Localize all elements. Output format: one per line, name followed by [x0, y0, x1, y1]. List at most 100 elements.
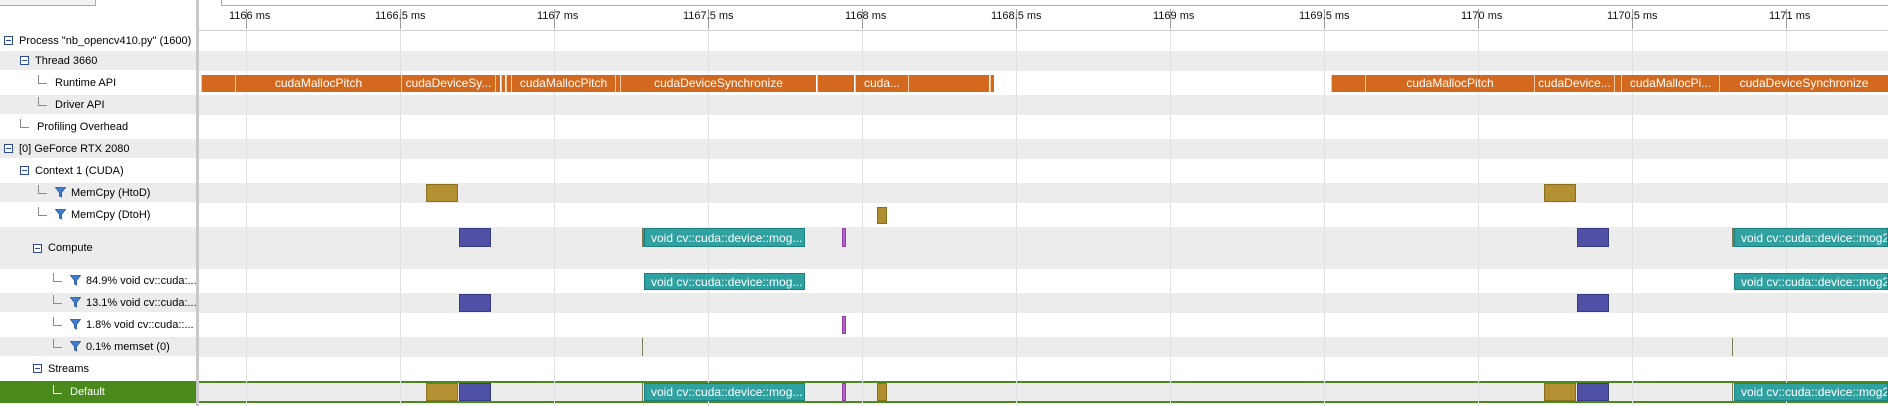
collapse-icon[interactable] — [20, 166, 29, 175]
memcpy-dtoh-row[interactable]: MemCpy (DtoH) — [0, 205, 196, 224]
runtime-api-call[interactable]: cudaMallocPitch — [511, 75, 615, 92]
collapse-icon[interactable] — [4, 144, 13, 153]
tree-elbow-icon — [53, 317, 62, 326]
collapse-icon[interactable] — [33, 243, 42, 253]
collapse-icon[interactable] — [20, 56, 29, 65]
runtime-api-call[interactable]: cudaDeviceSynchronize — [1719, 75, 1888, 92]
funnel-icon[interactable] — [70, 341, 81, 352]
ruler-tick-label: 1166 ms — [229, 10, 271, 22]
row-label: MemCpy (HtoD) — [71, 186, 151, 199]
memcpy-htod-op[interactable] — [1544, 184, 1576, 202]
runtime-api-call[interactable]: cudaMallocPi... — [1621, 75, 1719, 92]
gpu-row[interactable]: [0] GeForce RTX 2080 — [0, 139, 196, 158]
kernel-18-op[interactable] — [842, 228, 846, 247]
kernel-13-op[interactable] — [459, 294, 491, 312]
memset-op[interactable] — [642, 338, 643, 356]
tree-elbow-icon — [53, 273, 62, 282]
streams-row[interactable]: Streams — [0, 359, 196, 378]
kernel-13-op[interactable] — [459, 383, 491, 401]
context-row[interactable]: Context 1 (CUDA) — [0, 161, 196, 180]
memset-op[interactable] — [642, 383, 643, 401]
runtime-api-call[interactable] — [817, 75, 854, 92]
thread-row[interactable]: Thread 3660 — [0, 51, 196, 70]
row-label: Driver API — [55, 98, 105, 111]
runtime-api-call[interactable]: cudaDeviceSy... — [401, 75, 495, 92]
compute-row[interactable]: Compute — [0, 227, 196, 269]
kernel-84-op[interactable]: void cv::cuda::device::mog2... — [1734, 273, 1888, 290]
collapse-icon[interactable] — [4, 36, 13, 45]
kernel-13-lane — [199, 293, 1888, 313]
funnel-icon[interactable] — [55, 187, 66, 198]
funnel-icon[interactable] — [70, 275, 81, 286]
ruler-tick-label: 1167.5 ms — [683, 10, 734, 22]
row-label: 0.1% memset (0) — [86, 340, 170, 353]
runtime-api-call[interactable] — [908, 75, 989, 92]
runtime-api-call[interactable] — [201, 75, 235, 92]
toolbar-fragment — [0, 0, 96, 6]
kernel-84-lane — [199, 271, 1888, 291]
runtime-api-call[interactable] — [990, 75, 994, 92]
row-label: [0] GeForce RTX 2080 — [19, 142, 130, 155]
row-label: Profiling Overhead — [37, 120, 129, 133]
row-label: Runtime API — [55, 76, 117, 89]
ruler-tick-label: 1168 ms — [845, 10, 887, 22]
memset-row[interactable]: 0.1% memset (0) — [0, 337, 196, 356]
kernel-13-op[interactable] — [1577, 294, 1609, 312]
memcpy-htod-op[interactable] — [1544, 383, 1576, 401]
funnel-icon[interactable] — [55, 209, 66, 220]
runtime-api-call[interactable] — [1614, 75, 1621, 92]
kernel-84-op[interactable]: void cv::cuda::device::mog2... — [1734, 383, 1888, 401]
runtime-api-call[interactable]: cudaMallocPitch — [1365, 75, 1534, 92]
kernel-13-op[interactable] — [459, 228, 491, 247]
runtime-api-call[interactable]: cudaDevice... — [1534, 75, 1614, 92]
time-ruler[interactable]: 1166 ms 1166.5 ms 1167 ms 1167.5 ms 1168… — [199, 0, 1888, 31]
runtime-api-call[interactable]: cuda... — [855, 75, 908, 92]
memcpy-htod-op[interactable] — [426, 383, 458, 401]
context-lane — [199, 161, 1888, 181]
memset-op[interactable] — [1732, 383, 1733, 401]
kernel-13-op[interactable] — [1577, 383, 1609, 401]
driver-api-row[interactable]: Driver API — [0, 95, 196, 114]
timeline-panel[interactable]: 1166 ms 1166.5 ms 1167 ms 1167.5 ms 1168… — [199, 0, 1888, 406]
memcpy-dtoh-op[interactable] — [877, 383, 887, 401]
tree-elbow-icon — [38, 97, 47, 106]
memcpy-htod-row[interactable]: MemCpy (HtoD) — [0, 183, 196, 202]
runtime-api-call[interactable] — [1331, 75, 1365, 92]
row-label: 1.8% void cv::cuda::... — [86, 318, 194, 331]
row-label: Thread 3660 — [35, 54, 98, 67]
kernel-18-row[interactable]: 1.8% void cv::cuda::... — [0, 315, 196, 334]
ruler-tick-label: 1167 ms — [537, 10, 579, 22]
streams-lane — [199, 359, 1888, 379]
runtime-api-call[interactable]: cudaDeviceSynchronize — [620, 75, 816, 92]
memset-op[interactable] — [1732, 338, 1733, 356]
funnel-icon[interactable] — [70, 319, 81, 330]
runtime-api-call[interactable] — [501, 75, 505, 92]
runtime-api-row[interactable]: Runtime API — [0, 73, 196, 92]
kernel-18-op[interactable] — [842, 383, 846, 401]
ruler-tick-label: 1170.5 ms — [1607, 10, 1658, 22]
kernel-84-op[interactable]: void cv::cuda::device::mog... — [644, 228, 805, 247]
kernel-13-row[interactable]: 13.1% void cv::cuda:... — [0, 293, 196, 312]
default-stream-row[interactable]: Default — [0, 381, 196, 403]
runtime-api-call[interactable] — [495, 75, 500, 92]
runtime-api-call[interactable]: cudaMallocPitch — [235, 75, 401, 92]
kernel-18-op[interactable] — [842, 316, 846, 334]
process-row[interactable]: Process "nb_opencv410.py" (1600) — [0, 31, 196, 50]
memcpy-htod-op[interactable] — [426, 184, 458, 202]
kernel-13-op[interactable] — [1577, 228, 1609, 247]
profiling-overhead-row[interactable]: Profiling Overhead — [0, 117, 196, 136]
kernel-84-op[interactable]: void cv::cuda::device::mog... — [644, 383, 805, 401]
collapse-icon[interactable] — [33, 364, 42, 373]
tree-elbow-icon — [20, 119, 29, 128]
timeline-tree-panel: Process "nb_opencv410.py" (1600) Thread … — [0, 0, 196, 406]
memcpy-dtoh-op[interactable] — [877, 207, 887, 224]
kernel-84-op[interactable]: void cv::cuda::device::mog2... — [1734, 228, 1888, 247]
kernel-84-op[interactable]: void cv::cuda::device::mog... — [644, 273, 805, 290]
row-label: Context 1 (CUDA) — [35, 164, 124, 177]
kernel-84-row[interactable]: 84.9% void cv::cuda:... — [0, 271, 196, 290]
funnel-icon[interactable] — [70, 297, 81, 308]
ruler-tick-label: 1168.5 ms — [991, 10, 1042, 22]
tree-elbow-icon — [38, 185, 47, 194]
tree-elbow-icon — [38, 207, 47, 216]
process-lane — [199, 31, 1888, 51]
